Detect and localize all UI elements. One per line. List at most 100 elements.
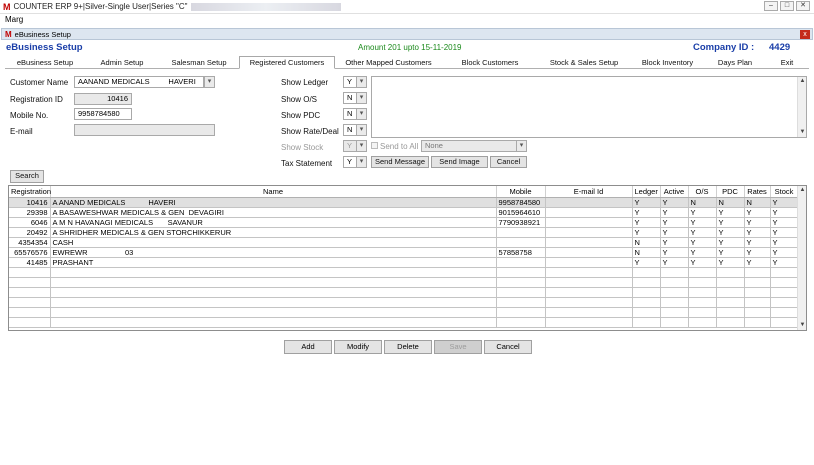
tax-statement-label: Tax Statement [281, 159, 333, 168]
table-cell [545, 277, 633, 288]
table-cell [660, 297, 689, 308]
scroll-up-icon[interactable]: ▲ [798, 77, 807, 86]
add-button[interactable]: Add [284, 340, 332, 354]
chevron-down-icon[interactable]: ▾ [516, 140, 527, 152]
column-header[interactable]: Name [50, 186, 497, 198]
column-header[interactable]: PDC [716, 186, 745, 198]
chevron-down-icon[interactable]: ▾ [356, 156, 367, 168]
grid-scrollbar[interactable]: ▲ ▼ [797, 186, 806, 330]
page-title: eBusiness Setup [6, 42, 83, 53]
table-row[interactable]: 10416 A ANAND MEDICALS HAVERI 9958784580 Y Y… [9, 197, 799, 208]
table-row[interactable]: 20492 A SHRIDHER MEDICALS & GEN STORCHIKK… [9, 227, 799, 238]
maximize-button[interactable]: □ [780, 1, 794, 11]
table-cell: N [632, 247, 661, 258]
registration-id-field[interactable]: 10416 [74, 93, 132, 105]
chevron-down-icon[interactable]: ▾ [356, 92, 367, 104]
tab-admin-setup[interactable]: Admin Setup [85, 56, 159, 69]
email-field[interactable] [74, 124, 215, 136]
cancel-send-button[interactable]: Cancel [490, 156, 527, 168]
table-cell: N [716, 197, 745, 208]
show-stock-select[interactable]: Y [343, 140, 357, 152]
redacted-title-segment [191, 2, 342, 11]
tab-block-customers[interactable]: Block Customers [442, 56, 538, 69]
customer-name-select[interactable]: AANAND MEDICALS HAVERI [74, 76, 204, 88]
column-header[interactable]: Active [660, 186, 689, 198]
mobile-field[interactable]: 9958784580 [74, 108, 132, 120]
table-cell [716, 277, 745, 288]
chevron-down-icon[interactable]: ▾ [356, 76, 367, 88]
table-cell: Y [716, 227, 745, 238]
show-os-select[interactable]: N [343, 92, 357, 104]
modify-button[interactable]: Modify [334, 340, 382, 354]
send-to-all-checkbox[interactable] [371, 142, 378, 149]
tab-ebusiness-setup[interactable]: eBusiness Setup [5, 56, 85, 69]
textarea-scrollbar[interactable]: ▲ ▼ [797, 77, 806, 137]
table-row[interactable]: 4354354 CASH N Y Y Y Y Y [9, 237, 799, 248]
table-cell [770, 307, 799, 318]
table-cell: Y [660, 207, 689, 218]
table-row[interactable]: 65576576 EWREWR 03 57858758 N Y Y Y Y Y [9, 247, 799, 258]
table-cell [744, 277, 771, 288]
minimize-button[interactable]: – [764, 1, 778, 11]
table-cell: A M N HAVANAGI MEDICALS SAVANUR [50, 217, 497, 228]
chevron-down-icon[interactable]: ▾ [356, 108, 367, 120]
show-pdc-select[interactable]: N [343, 108, 357, 120]
send-to-all-select[interactable]: None [421, 140, 517, 152]
amount-info: Amount 201 upto 15-11-2019 [358, 43, 462, 52]
chevron-down-icon[interactable]: ▾ [356, 124, 367, 136]
empty-row [9, 287, 799, 298]
scroll-down-icon[interactable]: ▼ [798, 128, 807, 137]
table-cell: 4354354 [9, 237, 51, 248]
tax-statement-select[interactable]: Y [343, 156, 357, 168]
table-cell [716, 287, 745, 298]
message-textarea[interactable]: ▲ ▼ [371, 76, 807, 138]
column-header[interactable]: Rates [744, 186, 771, 198]
column-header[interactable]: Stock [770, 186, 799, 198]
save-button[interactable]: Save [434, 340, 482, 354]
show-rate-deal-label: Show Rate/Deal [281, 127, 339, 136]
delete-button[interactable]: Delete [384, 340, 432, 354]
marg-logo-icon: M [5, 29, 12, 39]
show-os-label: Show O/S [281, 95, 318, 104]
table-cell [632, 267, 661, 278]
column-header[interactable]: Mobile [496, 186, 546, 198]
table-cell: N [632, 237, 661, 248]
search-button[interactable]: Search [10, 170, 44, 183]
tab-salesman-setup[interactable]: Salesman Setup [159, 56, 239, 69]
table-cell [770, 317, 799, 328]
table-cell: Y [632, 217, 661, 228]
send-message-button[interactable]: Send Message [371, 156, 429, 168]
show-stock-label: Show Stock [281, 143, 324, 152]
app-titlebar: M COUNTER ERP 9+|Silver-Single User|Seri… [0, 0, 814, 14]
cancel-button[interactable]: Cancel [484, 340, 532, 354]
tab-registered-customers[interactable]: Registered Customers [239, 56, 335, 69]
chevron-down-icon[interactable]: ▾ [204, 76, 215, 88]
column-header[interactable]: O/S [688, 186, 717, 198]
table-cell: Y [632, 197, 661, 208]
marg-logo-icon: M [3, 1, 11, 12]
tab-days-plan[interactable]: Days Plan [705, 56, 765, 69]
tab-exit[interactable]: Exit [765, 56, 809, 69]
chevron-down-icon[interactable]: ▾ [356, 140, 367, 152]
dialog-close-button[interactable]: x [800, 30, 810, 39]
table-row[interactable]: 6046 A M N HAVANAGI MEDICALS SAVANUR 77909… [9, 217, 799, 228]
column-header[interactable]: Registration [9, 186, 51, 198]
column-header[interactable]: Ledger [632, 186, 661, 198]
table-cell [496, 307, 546, 318]
table-cell [744, 307, 771, 318]
menu-item-marg[interactable]: Marg [5, 15, 23, 24]
close-window-button[interactable]: ✕ [796, 1, 810, 11]
tab-stock-sales-setup[interactable]: Stock & Sales Setup [538, 56, 630, 69]
column-header[interactable]: E-mail Id [545, 186, 633, 198]
show-rate-deal-select[interactable]: N [343, 124, 357, 136]
send-image-button[interactable]: Send Image [431, 156, 488, 168]
table-cell [545, 317, 633, 328]
tab-other-mapped-customers[interactable]: Other Mapped Customers [335, 56, 442, 69]
show-ledger-select[interactable]: Y [343, 76, 357, 88]
table-cell: Y [688, 227, 717, 238]
table-row[interactable]: 41485 PRASHANT Y Y Y Y Y Y [9, 257, 799, 268]
scroll-up-icon[interactable]: ▲ [798, 186, 806, 195]
tab-block-inventory[interactable]: Block Inventory [630, 56, 705, 69]
table-row[interactable]: 29398 A BASAWESHWAR MEDICALS & GEN DEVAGI… [9, 207, 799, 218]
scroll-down-icon[interactable]: ▼ [798, 321, 806, 330]
